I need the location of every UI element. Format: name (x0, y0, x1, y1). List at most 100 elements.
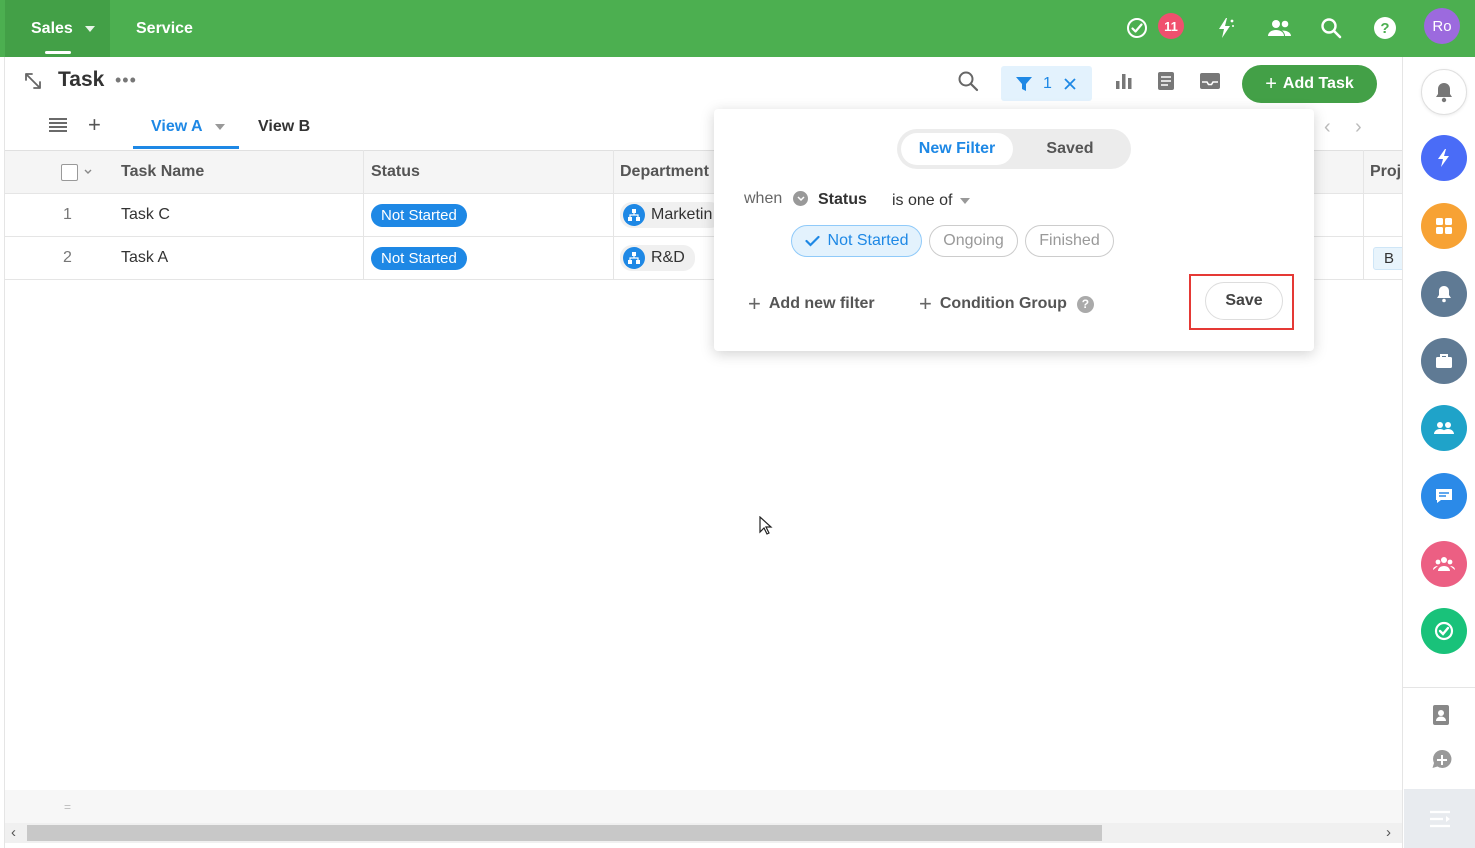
when-label: when (744, 190, 783, 207)
people-icon[interactable] (1264, 12, 1296, 44)
expand-icon[interactable] (24, 72, 42, 90)
notification-badge[interactable]: 11 (1158, 13, 1184, 39)
menu-collapse-icon (1430, 810, 1450, 827)
row-index: 2 (63, 249, 72, 266)
status-cell[interactable]: Not Started (371, 194, 467, 236)
table-search-icon[interactable] (957, 70, 979, 92)
remove-condition-icon[interactable] (793, 191, 808, 206)
views-list-icon[interactable] (48, 117, 68, 133)
task-name-cell[interactable]: Task A (121, 237, 168, 279)
filter-field-status[interactable]: Status (818, 191, 867, 209)
check-icon (804, 235, 820, 247)
contacts-icon[interactable] (1431, 704, 1451, 726)
scroll-right-icon[interactable]: › (1386, 824, 1391, 841)
user-avatar[interactable]: Ro (1424, 8, 1460, 44)
sidebar-grid-app-button[interactable] (1421, 203, 1467, 249)
table-footer (5, 790, 1402, 823)
checkbox[interactable] (61, 163, 78, 181)
chart-icon[interactable] (1114, 71, 1134, 91)
filter-popover: New Filter Saved when Status is one of N… (714, 109, 1314, 351)
option-ongoing[interactable]: Ongoing (929, 225, 1018, 257)
tab-view-b[interactable]: View B (258, 118, 310, 136)
page-title: Task (58, 68, 105, 91)
inbox-icon[interactable] (1199, 71, 1221, 91)
top-bar: Sales Service 11 ? Ro (0, 0, 1475, 57)
plus-icon: + (748, 291, 761, 316)
sidebar-group-app-button[interactable] (1421, 541, 1467, 587)
tasks-check-icon[interactable] (1121, 12, 1153, 44)
chevron-down-icon[interactable] (84, 169, 92, 175)
sidebar-bolt-app-button[interactable] (1421, 135, 1467, 181)
team-app-icon (1434, 422, 1454, 434)
filter-operator-select[interactable]: is one of (892, 192, 971, 210)
scroll-left-icon[interactable]: ‹ (11, 824, 16, 841)
chevron-right-icon[interactable]: › (1355, 116, 1362, 139)
status-cell[interactable]: Not Started (371, 237, 467, 279)
briefcase-app-icon (1436, 354, 1452, 368)
document-icon[interactable] (1156, 71, 1176, 91)
resize-handle-icon[interactable]: = (64, 800, 71, 814)
add-task-label: Add Task (1282, 75, 1354, 92)
save-filter-button[interactable]: Save (1205, 282, 1283, 320)
column-header-task-name[interactable]: Task Name (121, 151, 204, 193)
sidebar-chat-app-button[interactable] (1421, 473, 1467, 519)
department-label: R&D (651, 249, 685, 266)
project-cell[interactable]: B (1373, 237, 1406, 279)
active-filter-chip[interactable]: 1 (1001, 66, 1092, 101)
chevron-down-icon (84, 25, 95, 32)
collapse-sidebar-button[interactable] (1404, 789, 1475, 848)
search-icon[interactable] (1315, 12, 1347, 44)
chevron-left-icon[interactable]: ‹ (1324, 116, 1331, 139)
horizontal-scrollbar[interactable]: ‹ › (5, 823, 1402, 843)
magic-bolt-icon[interactable] (1209, 12, 1241, 44)
condition-group-label: Condition Group (939, 295, 1067, 312)
department-tag: Marketin (620, 202, 723, 228)
select-all-checkbox[interactable] (61, 151, 92, 193)
active-tab-indicator (45, 51, 71, 54)
app-tab-service-label: Service (136, 19, 193, 37)
column-divider (613, 150, 614, 280)
condition-group-button[interactable]: + Condition Group ? (919, 291, 1094, 317)
option-not-started[interactable]: Not Started (791, 225, 922, 257)
department-cell[interactable]: Marketin (620, 194, 723, 236)
sidebar-briefcase-app-button[interactable] (1421, 338, 1467, 384)
column-header-department[interactable]: Department (620, 151, 709, 193)
tab-new-filter[interactable]: New Filter (901, 133, 1013, 165)
add-task-button[interactable]: + Add Task (1242, 65, 1377, 103)
app-tab-sales-label: Sales (31, 19, 73, 37)
bolt-app-icon (1438, 149, 1449, 167)
task-name-cell[interactable]: Task C (121, 194, 170, 236)
filter-count: 1 (1043, 74, 1052, 92)
tab-saved-filters[interactable]: Saved (1027, 133, 1113, 165)
notifications-button[interactable] (1421, 69, 1467, 115)
right-app-sidebar (1402, 57, 1475, 848)
org-chart-icon (623, 204, 645, 226)
column-header-project[interactable]: Proj (1370, 151, 1401, 193)
sidebar-team-app-button[interactable] (1421, 405, 1467, 451)
sidebar-bell-app-button[interactable] (1421, 271, 1467, 317)
department-cell[interactable]: R&D (620, 237, 695, 279)
add-new-filter-button[interactable]: + Add new filter (748, 291, 875, 317)
add-view-icon[interactable]: + (88, 112, 101, 138)
add-comment-icon[interactable] (1431, 749, 1453, 771)
tab-view-a[interactable]: View A (151, 118, 225, 136)
chevron-down-icon[interactable] (214, 123, 225, 130)
status-badge: Not Started (371, 203, 467, 227)
app-tab-sales[interactable]: Sales (5, 0, 110, 57)
column-header-status[interactable]: Status (371, 151, 420, 193)
bell-app-icon (1437, 286, 1451, 303)
add-new-filter-label: Add new filter (768, 295, 875, 312)
option-finished[interactable]: Finished (1025, 225, 1114, 257)
active-view-indicator (133, 146, 239, 149)
sidebar-check-app-button[interactable] (1421, 608, 1467, 654)
scrollbar-thumb[interactable] (27, 825, 1102, 841)
help-icon[interactable]: ? (1369, 12, 1401, 44)
app-tab-service[interactable]: Service (136, 0, 193, 57)
chat-app-icon (1436, 489, 1452, 503)
clear-filter-icon[interactable] (1064, 77, 1076, 90)
more-options-icon[interactable]: ••• (115, 70, 137, 91)
column-divider (1363, 150, 1364, 280)
help-icon[interactable]: ? (1076, 295, 1094, 313)
tab-view-a-label: View A (151, 118, 203, 135)
department-label: Marketin (651, 206, 713, 223)
